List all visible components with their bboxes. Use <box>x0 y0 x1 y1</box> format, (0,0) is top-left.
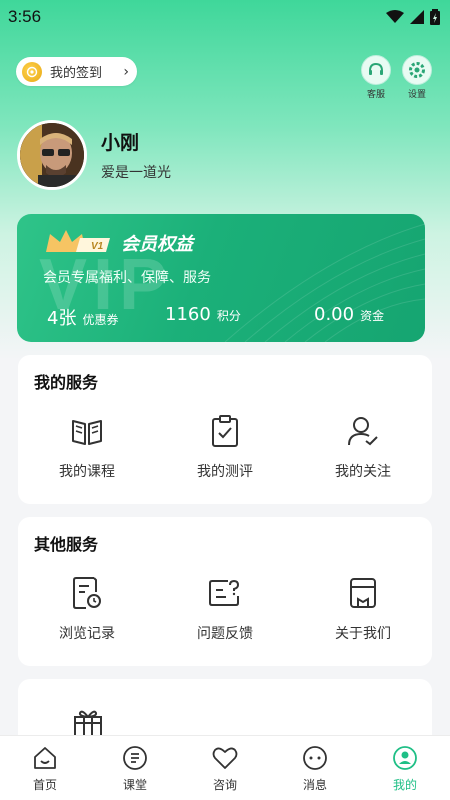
classroom-icon <box>121 744 149 772</box>
other-services-title: 其他服务 <box>34 535 99 554</box>
my-services-title: 我的服务 <box>34 373 99 392</box>
my-services-card: 我的服务 我的课程 我的测评 我的关注 <box>18 355 432 504</box>
settings-button[interactable]: 设置 <box>401 55 433 100</box>
profile-icon <box>391 744 419 772</box>
vip-title: 会员权益 <box>121 234 193 255</box>
tab-classroom-label: 课堂 <box>122 778 147 792</box>
tab-home[interactable]: 首页 <box>0 736 90 800</box>
funds-amount: 0.00 <box>314 304 355 325</box>
about-us-button[interactable]: 关于我们 <box>294 575 432 643</box>
vip-benefits-card[interactable]: VIP V1 会员权益 会员专属福利、保障、服务 4张 优惠券 1160 积分 … <box>17 214 425 342</box>
coupon-count: 4张 <box>47 308 77 329</box>
signin-button[interactable]: 我的签到 › <box>16 57 137 86</box>
crown-icon: V1 <box>46 230 110 252</box>
my-follows-button[interactable]: 我的关注 <box>294 413 432 481</box>
points-label: 积分 <box>216 309 241 323</box>
history-icon <box>69 575 105 611</box>
customer-service-button[interactable]: 客服 <box>360 55 392 100</box>
my-courses-label: 我的课程 <box>59 464 115 480</box>
heart-icon <box>211 744 239 772</box>
vip-subtitle: 会员专属福利、保障、服务 <box>43 270 211 286</box>
vip-level-badge: V1 <box>91 241 104 252</box>
settings-icon <box>402 55 432 85</box>
vip-stat-points[interactable]: 1160 积分 <box>165 304 241 325</box>
status-time: 3:56 <box>8 7 42 26</box>
feedback-button[interactable]: 问题反馈 <box>156 575 294 643</box>
avatar[interactable] <box>17 120 87 190</box>
feedback-icon <box>207 575 243 611</box>
my-assessments-button[interactable]: 我的测评 <box>156 413 294 481</box>
feedback-label: 问题反馈 <box>197 626 253 642</box>
home-icon <box>31 744 59 772</box>
tab-messages[interactable]: 消息 <box>270 736 360 800</box>
customer-service-icon <box>361 55 391 85</box>
wifi-icon <box>386 10 404 23</box>
about-us-label: 关于我们 <box>335 626 391 642</box>
tab-classroom[interactable]: 课堂 <box>90 736 180 800</box>
status-icons <box>386 9 440 25</box>
vip-stat-funds[interactable]: 0.00 资金 <box>314 304 384 325</box>
tab-home-label: 首页 <box>32 778 57 792</box>
settings-label: 设置 <box>407 90 426 100</box>
book-icon <box>69 413 105 449</box>
other-services-card: 其他服务 浏览记录 问题反馈 关于我们 <box>18 517 432 666</box>
points-count: 1160 <box>165 304 211 325</box>
signin-label: 我的签到 <box>50 66 103 81</box>
status-bar: 3:56 <box>0 0 450 34</box>
browsing-history-label: 浏览记录 <box>59 626 115 642</box>
user-motto: 爱是一道光 <box>101 165 171 181</box>
funds-label: 资金 <box>360 309 385 323</box>
chevron-right-icon: › <box>123 63 129 80</box>
tab-profile[interactable]: 我的 <box>360 736 450 800</box>
tab-consult[interactable]: 咨询 <box>180 736 270 800</box>
bottom-tab-bar: 首页 课堂 咨询 消息 我的 <box>0 735 450 800</box>
browsing-history-button[interactable]: 浏览记录 <box>18 575 156 643</box>
signal-icon <box>410 10 424 24</box>
username: 小刚 <box>101 132 140 154</box>
tab-messages-label: 消息 <box>302 778 327 792</box>
tab-consult-label: 咨询 <box>212 778 237 792</box>
my-follows-label: 我的关注 <box>335 464 391 480</box>
coin-icon <box>22 61 42 82</box>
tab-profile-label: 我的 <box>392 778 417 792</box>
battery-icon <box>430 9 440 25</box>
clipboard-check-icon <box>207 413 243 449</box>
vip-stat-coupons[interactable]: 4张 优惠券 <box>47 304 118 330</box>
coupon-label: 优惠券 <box>82 313 119 327</box>
message-icon <box>301 744 329 772</box>
my-assessments-label: 我的测评 <box>197 464 253 480</box>
about-icon <box>345 575 381 611</box>
my-courses-button[interactable]: 我的课程 <box>18 413 156 481</box>
customer-service-label: 客服 <box>366 90 385 100</box>
user-follow-icon <box>345 413 381 449</box>
